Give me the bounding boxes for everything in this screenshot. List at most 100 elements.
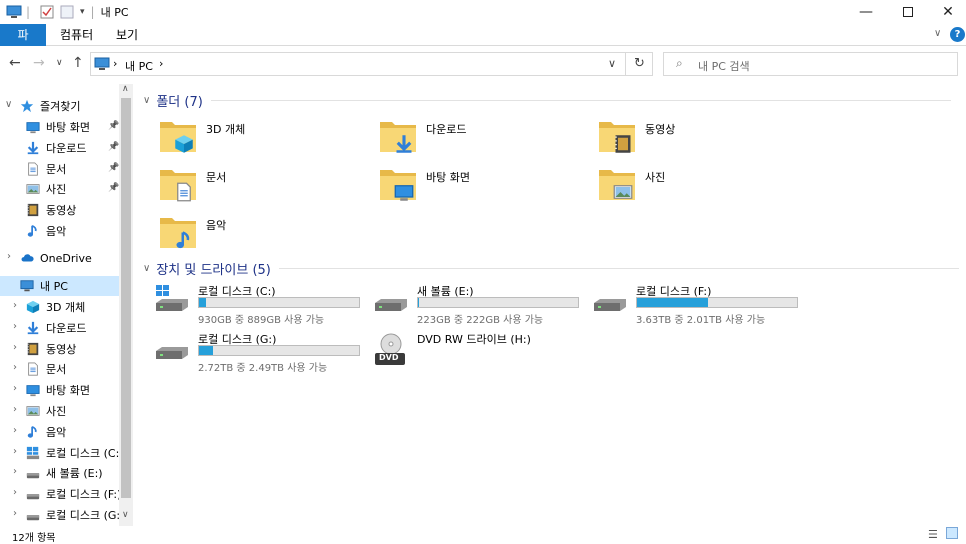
recent-locations-button[interactable]: ∨ [56, 58, 63, 68]
folder-item[interactable]: 사진 [597, 164, 665, 204]
drive-item[interactable]: 로컬 디스크 (F:) 3.63TB 중 2.01TB 사용 가능 [592, 283, 802, 327]
sidebar-item-pc-4[interactable]: 바탕 화면 [26, 380, 90, 400]
details-view-icon[interactable]: ☰ [928, 528, 938, 541]
nav-label: 내 PC [40, 280, 68, 293]
expand-chevron-icon[interactable]: › [13, 508, 17, 519]
drive-usage-bar [636, 297, 798, 308]
nav-label: 다운로드 [46, 141, 87, 155]
sidebar-item-pc-3[interactable]: 문서 [26, 359, 66, 379]
expand-chevron-icon[interactable]: › [13, 362, 17, 373]
sidebar-item-qa-4[interactable]: 동영상 [26, 200, 76, 220]
search-box[interactable]: ⌕ 내 PC 검색 [663, 52, 958, 76]
folder-item[interactable]: 다운로드 [378, 116, 466, 156]
sidebar-item-pc-0[interactable]: 3D 개체 [26, 297, 85, 317]
nav-label: 동영상 [46, 342, 77, 356]
address-dropdown-icon[interactable]: ∨ [608, 57, 616, 70]
collapse-chevron-icon[interactable]: ∨ [143, 263, 150, 274]
navigation-scrollbar[interactable]: ∧ ∨ [119, 84, 133, 526]
sidebar-item-quick-access[interactable]: 즐겨찾기 [20, 96, 80, 116]
drive-item[interactable]: DVD DVD RW 드라이브 (H:) [373, 331, 583, 375]
address-bar[interactable]: › 내 PC › ∨ ↻ [90, 52, 653, 76]
tab-computer[interactable]: 컴퓨터 [48, 24, 105, 46]
pictures-icon [26, 182, 42, 196]
expand-chevron-icon[interactable]: › [13, 342, 17, 353]
folder-item[interactable]: 3D 개체 [158, 116, 245, 156]
expand-chevron-icon[interactable]: › [13, 404, 17, 415]
drive-item[interactable]: 로컬 디스크 (G:) 2.72TB 중 2.49TB 사용 가능 [154, 331, 364, 375]
maximize-button[interactable] [888, 0, 928, 24]
back-button[interactable]: ← [9, 55, 21, 71]
drive-free-space: 930GB 중 889GB 사용 가능 [198, 315, 325, 326]
folder-item[interactable]: 음악 [158, 212, 226, 252]
forward-button[interactable]: → [33, 55, 45, 71]
sidebar-item-pc-2[interactable]: 동영상 [26, 339, 76, 359]
scroll-down-icon[interactable]: ∨ [122, 510, 129, 520]
sidebar-item-this-pc[interactable]: 내 PC [0, 276, 119, 296]
sidebar-item-qa-2[interactable]: 문서 [26, 159, 66, 179]
help-icon[interactable]: ? [950, 27, 965, 42]
properties-icon[interactable] [40, 5, 54, 19]
up-button[interactable]: ↑ [72, 55, 84, 71]
sidebar-item-qa-1[interactable]: 다운로드 [26, 138, 86, 158]
maximize-icon [903, 7, 913, 17]
nav-label: 음악 [46, 225, 67, 238]
sidebar-item-pc-8[interactable]: 새 볼륨 (E:) [26, 463, 103, 483]
folder-item[interactable]: 동영상 [597, 116, 675, 156]
navigation-pane: ∨즐겨찾기바탕 화면📌다운로드📌문서📌사진📌동영상음악›OneDrive∨내 P… [0, 84, 133, 526]
tab-file[interactable]: 파일 [0, 24, 46, 64]
sidebar-item-pc-1[interactable]: 다운로드 [26, 318, 86, 338]
new-folder-icon[interactable] [60, 5, 74, 19]
breadcrumb-this-pc[interactable]: 내 PC [125, 58, 153, 74]
folders-section-header[interactable]: ∨ 폴더 (7) [143, 91, 951, 110]
ribbon-expand-icon[interactable]: ∨ [934, 28, 941, 39]
expand-chevron-icon[interactable]: › [13, 446, 17, 457]
sidebar-item-onedrive[interactable]: OneDrive [20, 248, 92, 268]
folder-item[interactable]: 문서 [158, 164, 226, 204]
sidebar-item-pc-6[interactable]: 음악 [26, 422, 66, 442]
expand-chevron-icon[interactable]: › [13, 321, 17, 332]
expand-chevron-icon[interactable]: › [13, 466, 17, 477]
folder-label: 바탕 화면 [426, 171, 470, 184]
scroll-up-icon[interactable]: ∧ [122, 84, 129, 94]
star-icon [20, 99, 36, 113]
nav-label: 음악 [46, 425, 67, 439]
expand-chevron-icon[interactable]: › [7, 251, 11, 262]
drive-item[interactable]: 새 볼륨 (E:) 223GB 중 222GB 사용 가능 [373, 283, 583, 327]
folder-item[interactable]: 바탕 화면 [378, 164, 470, 204]
nav-label: 사진 [46, 183, 67, 197]
pin-icon: 📌 [108, 121, 120, 131]
tab-view[interactable]: 보기 [104, 24, 150, 46]
close-button[interactable]: ✕ [928, 0, 966, 24]
folder-icon [597, 164, 637, 204]
customize-qat-icon[interactable]: ▾ [80, 7, 85, 17]
sidebar-item-pc-7[interactable]: 로컬 디스크 (C:) [26, 443, 124, 463]
video-icon [26, 342, 42, 356]
sidebar-item-qa-0[interactable]: 바탕 화면 [26, 117, 90, 137]
large-icons-view-icon[interactable] [946, 527, 958, 539]
sidebar-item-qa-3[interactable]: 사진 [26, 179, 66, 199]
pin-icon: 📌 [108, 162, 120, 173]
breadcrumb-chevron-icon[interactable]: › [159, 57, 163, 70]
expand-chevron-icon[interactable]: › [13, 300, 17, 311]
drive-item[interactable]: 로컬 디스크 (C:) 930GB 중 889GB 사용 가능 [154, 283, 364, 327]
drive-icon [154, 345, 190, 363]
collapse-chevron-icon[interactable]: ∨ [143, 95, 150, 106]
folder-label: 동영상 [645, 123, 676, 136]
sidebar-item-pc-10[interactable]: 로컬 디스크 (G:) [26, 505, 124, 525]
sidebar-item-pc-5[interactable]: 사진 [26, 401, 66, 421]
scrollbar-thumb[interactable] [121, 98, 131, 498]
breadcrumb-chevron-icon[interactable]: › [113, 57, 117, 70]
expand-chevron-icon[interactable]: › [13, 425, 17, 436]
collapse-chevron-icon[interactable]: ∨ [5, 99, 12, 110]
sidebar-item-pc-9[interactable]: 로컬 디스크 (F:) [26, 484, 121, 504]
refresh-icon[interactable]: ↻ [634, 56, 645, 71]
expand-chevron-icon[interactable]: › [13, 487, 17, 498]
windows-drive-icon [26, 446, 42, 460]
sidebar-item-qa-5[interactable]: 음악 [26, 221, 66, 241]
3d-objects-icon [174, 134, 194, 157]
folder-label: 사진 [645, 171, 666, 184]
minimize-button[interactable]: — [846, 0, 886, 24]
drive-usage-fill [637, 298, 709, 307]
drives-section-header[interactable]: ∨ 장치 및 드라이브 (5) [143, 259, 959, 278]
expand-chevron-icon[interactable]: › [13, 383, 17, 394]
